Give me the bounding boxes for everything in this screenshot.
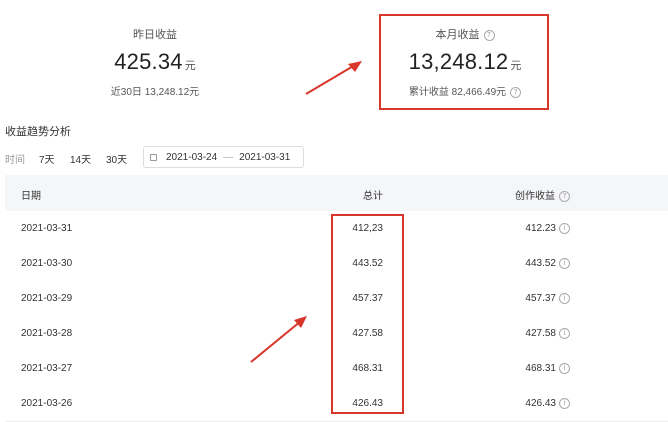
yesterday-unit: 元 <box>184 60 196 72</box>
date-range-picker[interactable]: 2021-03-24 — 2021-03-31 <box>143 146 304 168</box>
header-creation-label: 创作收益 <box>515 191 555 202</box>
filter-30-days[interactable]: 30天 <box>106 151 127 166</box>
info-icon[interactable]: i <box>559 258 570 269</box>
time-label: 时间 <box>5 155 25 166</box>
row-date: 2021-03-28 <box>21 328 73 339</box>
month-value-line: 13,248.12 元 <box>390 49 540 75</box>
row-creation: 427.58 i <box>525 328 570 339</box>
table-header: 日期 总计 创作收益? <box>5 175 668 211</box>
month-sub: 累计收益 82,466.49元 <box>408 87 507 98</box>
row-creation-value: 468.31 <box>525 363 556 375</box>
info-icon[interactable]: ? <box>510 86 522 98</box>
filter-14-days[interactable]: 14天 <box>70 151 91 166</box>
month-earnings-card: 本月收益? 13,248.12 元 累计收益 82,466.49元? <box>390 26 540 98</box>
header-total: 总计 <box>363 191 383 202</box>
row-date: 2021-03-29 <box>21 293 73 304</box>
arrow-icon <box>250 316 307 363</box>
month-label-line: 本月收益? <box>390 26 540 42</box>
row-creation-value: 457.37 <box>525 293 556 305</box>
arrow-icon <box>305 61 362 95</box>
calendar-icon <box>150 153 157 161</box>
row-creation: 412.23 i <box>525 223 570 234</box>
month-unit: 元 <box>510 60 522 72</box>
row-creation: 468.31 i <box>525 363 570 374</box>
month-label: 本月收益 <box>435 29 480 41</box>
filter-7-days[interactable]: 7天 <box>39 151 55 166</box>
month-sub-line: 累计收益 82,466.49元? <box>390 83 540 98</box>
row-creation: 443.52 i <box>525 258 570 269</box>
yesterday-value-line: 425.34 元 <box>80 49 230 75</box>
info-icon[interactable]: i <box>559 223 570 234</box>
yesterday-earnings-card: 昨日收益 425.34 元 近30日 13,248.12元 <box>80 26 230 98</box>
row-creation: 457.37 i <box>525 293 570 304</box>
yesterday-label: 昨日收益 <box>133 29 177 41</box>
info-icon[interactable]: ? <box>483 29 495 41</box>
info-icon[interactable]: i <box>559 293 570 304</box>
info-icon[interactable]: i <box>559 363 570 374</box>
date-separator: — <box>223 151 234 163</box>
header-date: 日期 <box>21 191 41 202</box>
yesterday-sub: 近30日 13,248.12元 <box>110 87 200 98</box>
header-creation: 创作收益? <box>515 187 570 202</box>
total-column-highlight-box <box>331 214 404 414</box>
row-date: 2021-03-30 <box>21 258 73 269</box>
row-date: 2021-03-31 <box>21 223 73 234</box>
row-creation-value: 443.52 <box>525 258 556 270</box>
trend-title: 收益趋势分析 <box>5 126 71 138</box>
row-creation-value: 427.58 <box>525 328 556 340</box>
month-value: 13,248.12 <box>408 49 509 74</box>
yesterday-value: 425.34 <box>114 49 183 74</box>
info-icon[interactable]: i <box>559 328 570 339</box>
date-start: 2021-03-24 <box>166 151 218 163</box>
date-end: 2021-03-31 <box>239 151 291 163</box>
row-date: 2021-03-27 <box>21 363 73 374</box>
info-icon[interactable]: ? <box>559 190 570 202</box>
row-creation-value: 412.23 <box>525 223 556 235</box>
